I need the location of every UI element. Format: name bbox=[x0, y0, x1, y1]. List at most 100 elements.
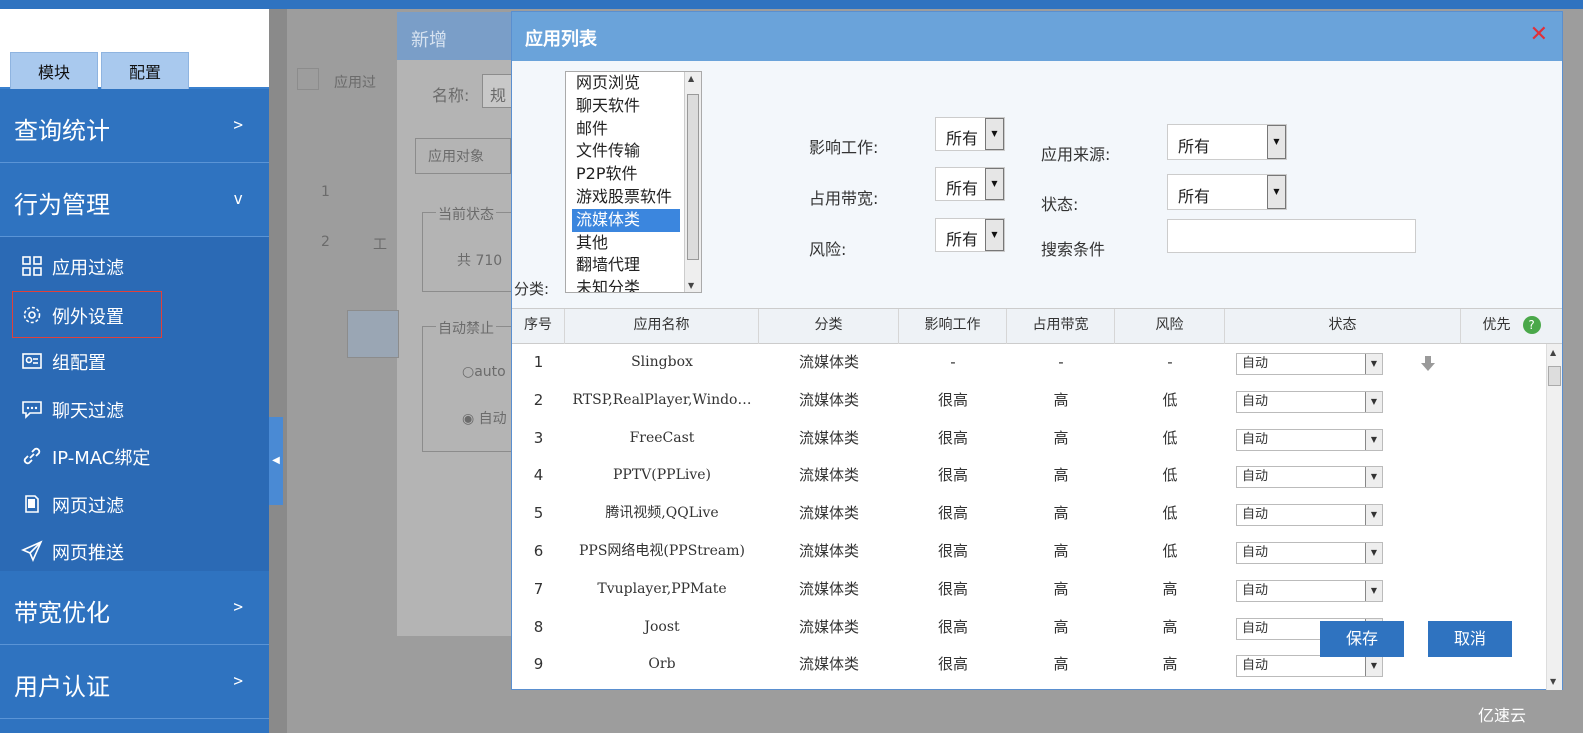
category-option[interactable]: 翻墙代理 bbox=[566, 254, 701, 277]
sidebar-item-web-push[interactable]: 网页推送 bbox=[0, 528, 269, 576]
category-option[interactable]: P2P软件 bbox=[566, 163, 701, 186]
cell-work: 很高 bbox=[937, 655, 968, 674]
status-select[interactable]: 自动 ▼ bbox=[1236, 542, 1383, 564]
search-input[interactable] bbox=[1167, 219, 1416, 253]
chevron-down-icon[interactable]: ▼ bbox=[1365, 429, 1382, 450]
category-option[interactable]: 网页浏览 bbox=[566, 72, 701, 95]
chevron-down-icon[interactable]: ▼ bbox=[1267, 175, 1286, 209]
sidebar-header: 模块 配置 bbox=[0, 9, 269, 89]
tab-modules[interactable]: 模块 bbox=[10, 52, 98, 89]
chevron-right-icon: > bbox=[233, 671, 243, 690]
status-select[interactable]: 自动 ▼ bbox=[1236, 390, 1383, 413]
scroll-thumb[interactable] bbox=[1548, 366, 1561, 386]
col-header[interactable]: 占用带宽 bbox=[1007, 309, 1115, 344]
status-select[interactable]: 自动 ▼ bbox=[1236, 655, 1383, 678]
chevron-down-icon[interactable]: ▼ bbox=[1267, 125, 1286, 159]
status-filter-select[interactable]: 所有 ▼ bbox=[1167, 174, 1287, 210]
sidebar-item-ip-mac-binding[interactable]: IP-MAC绑定 bbox=[0, 433, 269, 481]
sidebar-section-query-stats[interactable]: 查询统计 > bbox=[0, 89, 269, 163]
chevron-down-icon[interactable]: ▼ bbox=[985, 118, 1004, 150]
filter-panel: 分类: 网页浏览 聊天软件 邮件 文件传输 P2P软件 游戏股票软件 流媒体类 … bbox=[512, 61, 1562, 308]
cell-risk: - bbox=[1167, 353, 1173, 371]
status-select[interactable]: 自动 ▼ bbox=[1236, 579, 1383, 602]
sidebar-section-user-auth[interactable]: 用户认证 > bbox=[0, 645, 269, 719]
bandwidth-select[interactable]: 所有 ▼ bbox=[935, 167, 1005, 201]
chevron-down-icon[interactable]: ▼ bbox=[1365, 580, 1382, 601]
cell-cat: 流媒体类 bbox=[798, 353, 859, 371]
status-select[interactable]: 自动 ▼ bbox=[1236, 353, 1383, 375]
bg-autoban-box bbox=[422, 326, 514, 452]
cell-work: 很高 bbox=[937, 466, 968, 485]
category-label: 分类: bbox=[514, 280, 550, 298]
chevron-down-icon[interactable]: ▼ bbox=[1365, 505, 1382, 526]
table-scrollbar[interactable]: ▲ ▼ bbox=[1546, 344, 1562, 690]
category-option[interactable]: 游戏股票软件 bbox=[566, 186, 701, 209]
col-header[interactable]: 影响工作 bbox=[899, 309, 1007, 344]
help-icon[interactable]: ? bbox=[1522, 316, 1541, 334]
app-source-select[interactable]: 所有 ▼ bbox=[1167, 124, 1287, 160]
scroll-down-icon[interactable]: ▼ bbox=[1550, 677, 1556, 686]
chevron-down-icon[interactable]: ▼ bbox=[985, 219, 1004, 251]
sidebar-item-web-filter[interactable]: 网页过滤 bbox=[0, 481, 269, 529]
work-impact-select[interactable]: 所有 ▼ bbox=[935, 117, 1005, 151]
category-option[interactable]: 聊天软件 bbox=[566, 95, 701, 118]
category-option[interactable]: 未知分类 bbox=[566, 277, 701, 292]
category-option[interactable]: 邮件 bbox=[566, 118, 701, 141]
close-icon[interactable]: ✕ bbox=[1530, 22, 1548, 47]
chevron-down-icon[interactable]: ▼ bbox=[1365, 467, 1382, 488]
col-header[interactable]: 状态 bbox=[1225, 309, 1461, 344]
col-header[interactable]: 应用名称 bbox=[565, 309, 759, 344]
table-row[interactable]: 4 PPTV(PPLive) 流媒体类 很高 高 低 自动 ▼ bbox=[512, 457, 1546, 495]
scroll-up-icon[interactable]: ▲ bbox=[1550, 348, 1556, 357]
cell-name: PPTV(PPLive) bbox=[612, 467, 712, 484]
category-listbox[interactable]: 网页浏览 聊天软件 邮件 文件传输 P2P软件 游戏股票软件 流媒体类 其他 翻… bbox=[565, 71, 702, 293]
sidebar-item-exception-settings[interactable]: 例外设置 bbox=[12, 290, 162, 338]
cell-risk: 低 bbox=[1162, 390, 1178, 409]
table-row[interactable]: 5 腾讯视频,QQLive 流媒体类 很高 高 低 自动 ▼ bbox=[512, 495, 1546, 533]
table-row[interactable]: 7 Tvuplayer,PPMate 流媒体类 很高 高 高 自动 ▼ bbox=[512, 571, 1546, 609]
cancel-button[interactable]: 取消 bbox=[1428, 621, 1512, 657]
sidebar-item-app-filter[interactable]: 应用过滤 bbox=[0, 243, 269, 291]
save-button[interactable]: 保存 bbox=[1320, 621, 1404, 657]
table-row[interactable]: 6 PPS网络电视(PPStream) 流媒体类 很高 高 低 自动 ▼ bbox=[512, 533, 1546, 571]
col-header[interactable]: 序号 bbox=[512, 309, 565, 344]
chevron-down-icon[interactable]: ▼ bbox=[1365, 656, 1382, 677]
chevron-down-icon[interactable]: ▼ bbox=[1365, 543, 1382, 563]
sidebar-item-label: IP-MAC绑定 bbox=[52, 448, 151, 469]
category-option[interactable]: 文件传输 bbox=[566, 140, 701, 163]
sidebar-collapse-handle[interactable]: ◀ bbox=[269, 417, 283, 505]
move-down-icon[interactable] bbox=[1418, 354, 1438, 374]
col-header[interactable]: 分类 bbox=[759, 309, 899, 344]
col-header[interactable]: 风险 bbox=[1115, 309, 1225, 344]
chevron-down-icon[interactable]: ▼ bbox=[985, 168, 1004, 200]
risk-select[interactable]: 所有 ▼ bbox=[935, 218, 1005, 252]
col-header-priority[interactable]: 优先? bbox=[1461, 309, 1562, 344]
sidebar-item-group-config[interactable]: 组配置 bbox=[0, 338, 269, 386]
cell-name: Tvuplayer,PPMate bbox=[597, 580, 727, 597]
cell-name: Joost bbox=[644, 618, 680, 635]
status-select[interactable]: 自动 ▼ bbox=[1236, 504, 1383, 527]
sidebar-item-chat-filter[interactable]: 聊天过滤 bbox=[0, 386, 269, 434]
scroll-thumb[interactable] bbox=[687, 94, 699, 260]
chevron-down-icon[interactable]: ▼ bbox=[1365, 354, 1382, 374]
scroll-up-icon[interactable]: ▲ bbox=[688, 74, 694, 83]
listbox-scrollbar[interactable]: ▲ ▼ bbox=[684, 72, 701, 292]
table-row[interactable]: 3 FreeCast 流媒体类 很高 高 低 自动 ▼ bbox=[512, 420, 1546, 458]
category-option-selected[interactable]: 流媒体类 bbox=[572, 208, 680, 232]
cell-no: 3 bbox=[533, 428, 544, 447]
chevron-down-icon[interactable]: ▼ bbox=[1365, 391, 1382, 412]
cell-cat: 流媒体类 bbox=[798, 579, 859, 598]
category-option[interactable]: 其他 bbox=[566, 232, 701, 255]
sidebar-section-behavior-mgmt[interactable]: 行为管理 v bbox=[0, 163, 269, 237]
table-row[interactable]: 2 RTSP,RealPlayer,Windo… 流媒体类 很高 高 低 自动 ▼ bbox=[512, 382, 1546, 420]
table-row[interactable]: 1 Slingbox 流媒体类 - - - 自动 ▼ bbox=[512, 344, 1546, 382]
scroll-down-icon[interactable]: ▼ bbox=[688, 281, 694, 290]
status-select[interactable]: 自动 ▼ bbox=[1236, 466, 1383, 489]
bg-name-value: 规 bbox=[490, 86, 507, 105]
search-label: 搜索条件 bbox=[1041, 240, 1106, 259]
status-select[interactable]: 自动 ▼ bbox=[1236, 428, 1383, 451]
sidebar-section-bandwidth[interactable]: 带宽优化 > bbox=[0, 571, 269, 645]
risk-label: 风险: bbox=[809, 240, 847, 259]
tab-config[interactable]: 配置 bbox=[101, 52, 189, 89]
cell-no: 2 bbox=[533, 390, 544, 409]
